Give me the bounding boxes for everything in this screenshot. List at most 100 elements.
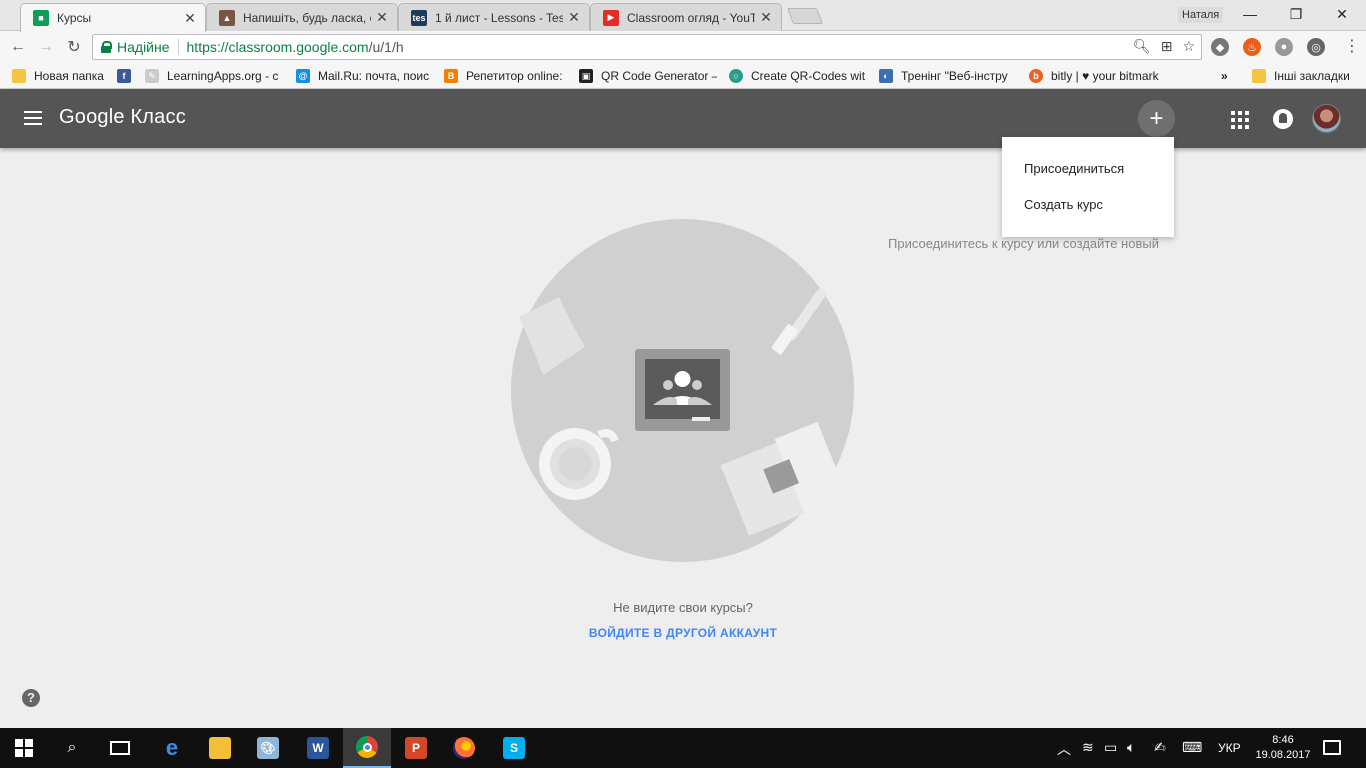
classroom-favicon-icon: ■: [33, 10, 49, 26]
blogger-icon: B: [444, 69, 458, 83]
close-icon[interactable]: ✕: [375, 9, 389, 26]
browser-toolbar: ← → ↻ Надійне https://classroom.google.c…: [0, 31, 1366, 63]
add-course-menu: Присоединиться Создать курс: [1002, 137, 1174, 237]
folder-icon: [12, 69, 26, 83]
other-bookmarks[interactable]: Інші закладки: [1252, 67, 1362, 85]
create-class-menu-item[interactable]: Создать курс: [1002, 191, 1174, 227]
restore-icon[interactable]: ❐: [1273, 0, 1319, 28]
more-bookmarks-button[interactable]: »: [1221, 67, 1235, 85]
training-icon: ◐: [879, 69, 893, 83]
close-icon[interactable]: ✕: [567, 9, 581, 26]
facebook-icon: f: [117, 69, 131, 83]
no-courses-text: Не видите свои курсы?: [613, 600, 753, 615]
word-icon[interactable]: W: [294, 728, 342, 768]
zoom-search-icon[interactable]: 🔍︎: [1133, 38, 1151, 55]
back-arrow-icon[interactable]: ←: [8, 37, 28, 57]
contact-favicon-icon: ▲: [219, 9, 235, 26]
omnibox-actions: 🔍︎ ⊞ ☆: [1133, 38, 1195, 55]
paint-icon[interactable]: 🎨︎: [244, 728, 292, 768]
clock-date: 19.08.2017: [1255, 749, 1311, 761]
join-class-menu-item[interactable]: Присоединиться: [1002, 155, 1174, 191]
pen-icon[interactable]: ✍︎: [1154, 739, 1166, 756]
volume-icon[interactable]: 🔈︎: [1127, 739, 1135, 756]
secure-label: Надійне: [117, 39, 170, 55]
close-icon[interactable]: ✕: [183, 10, 197, 27]
forward-arrow-icon[interactable]: →: [36, 37, 56, 57]
new-tab-button[interactable]: [787, 8, 823, 24]
language-indicator[interactable]: УКР: [1218, 741, 1241, 755]
url-path: /u/1/h: [368, 39, 404, 55]
show-hidden-icons-chevron-icon[interactable]: ︿: [1057, 739, 1071, 759]
bookmark-label: bitly | ♥ your bitmark: [1051, 69, 1159, 83]
google-apps-icon[interactable]: [1231, 111, 1249, 129]
bookmarks-bar: Новая папка f ✎ LearningApps.org - с @ M…: [0, 63, 1366, 89]
window-close-icon[interactable]: ✕: [1319, 0, 1365, 28]
wifi-icon[interactable]: ≋: [1082, 739, 1094, 756]
bookmark-item[interactable]: ✎ LearningApps.org - с: [145, 67, 283, 85]
close-icon[interactable]: ✕: [759, 9, 773, 26]
tab-title: Classroom огляд - YouTu: [627, 10, 755, 25]
url-host: https://classroom.google.com: [186, 39, 369, 55]
tab-title: Курсы: [57, 11, 92, 25]
firefox-icon[interactable]: [440, 728, 488, 768]
tes-favicon-icon: tes: [411, 9, 427, 26]
add-course-button[interactable]: +: [1138, 100, 1175, 137]
bookmark-label: Mail.Ru: почта, поис: [318, 69, 430, 83]
system-clock[interactable]: 8:46 19.08.2017: [1255, 733, 1311, 763]
browser-tab[interactable]: ▲ Напишіть, будь ласка, сг ✕: [206, 3, 398, 31]
chrome-icon[interactable]: [343, 728, 391, 768]
app-title[interactable]: Google Класс: [59, 106, 186, 129]
lock-icon: [101, 41, 112, 53]
fire-extension-icon[interactable]: ♨: [1243, 38, 1261, 56]
tab-title: 1 й лист - Lessons - Tes T: [435, 10, 563, 25]
extension-icon[interactable]: ●: [1275, 38, 1293, 56]
battery-icon[interactable]: ▭: [1104, 739, 1117, 756]
mailru-icon: @: [296, 69, 310, 83]
bookmark-item[interactable]: B Репетитор online:: [444, 67, 566, 85]
browser-tab[interactable]: ▶ Classroom огляд - YouTu ✕: [590, 3, 782, 31]
task-view-icon[interactable]: [96, 728, 144, 768]
extension-icon[interactable]: ◆: [1211, 38, 1229, 56]
folder-icon: [1252, 69, 1266, 83]
bookmark-label: Новая папка: [34, 69, 104, 83]
powerpoint-icon[interactable]: P: [392, 728, 440, 768]
film-extension-icon[interactable]: ◎: [1307, 38, 1325, 56]
bookmark-item[interactable]: ▣ QR Code Generator –: [579, 67, 717, 85]
skype-icon[interactable]: S: [490, 728, 538, 768]
hamburger-menu-icon[interactable]: [24, 111, 42, 125]
keyboard-icon[interactable]: ⌨: [1182, 739, 1202, 756]
bookmark-label: Create QR-Codes wit: [751, 69, 866, 83]
file-explorer-icon[interactable]: [196, 728, 244, 768]
browser-tab[interactable]: ■ Курсы ✕: [20, 3, 206, 32]
bookmark-label: LearningApps.org - с: [167, 69, 279, 83]
profile-name-button[interactable]: Наталя: [1178, 7, 1224, 23]
bookmark-item[interactable]: @ Mail.Ru: почта, поис: [296, 67, 432, 85]
plus-icon: +: [1149, 104, 1164, 132]
edge-browser-icon[interactable]: e: [148, 728, 196, 768]
avatar[interactable]: [1312, 104, 1341, 133]
switch-account-link[interactable]: ВОЙДИТЕ В ДРУГОЙ АККАУНТ: [0, 626, 1366, 640]
action-center-icon[interactable]: [1323, 740, 1341, 755]
minimize-icon[interactable]: —: [1227, 0, 1273, 28]
windows-logo-icon: [15, 739, 33, 757]
address-bar[interactable]: Надійне https://classroom.google.com/u/1…: [92, 34, 1202, 60]
bookmark-item[interactable]: f: [117, 67, 135, 85]
bookmark-star-icon[interactable]: ☆: [1182, 38, 1195, 55]
bookmark-item[interactable]: ○ Create QR-Codes wit: [729, 67, 867, 85]
browser-tab[interactable]: tes 1 й лист - Lessons - Tes T ✕: [398, 3, 590, 31]
empty-state-illustration: [511, 219, 854, 562]
notifications-icon[interactable]: [1273, 109, 1293, 129]
browser-menu-icon[interactable]: ⋮: [1344, 37, 1360, 57]
bitly-icon: b: [1029, 69, 1043, 83]
clock-time: 8:46: [1272, 734, 1294, 746]
bookmark-item[interactable]: b bitly | ♥ your bitmark: [1029, 67, 1167, 85]
reload-icon[interactable]: ↻: [64, 37, 84, 57]
bookmark-item[interactable]: ◐ Тренінг "Веб-інстру: [879, 67, 1017, 85]
divider: [177, 39, 179, 55]
start-button[interactable]: [0, 728, 48, 768]
bookmark-item[interactable]: Новая папка: [12, 67, 108, 85]
translate-icon[interactable]: ⊞: [1161, 38, 1173, 55]
youtube-favicon-icon: ▶: [603, 9, 619, 26]
search-icon[interactable]: ⌕: [48, 728, 96, 768]
help-icon[interactable]: ?: [22, 689, 40, 707]
